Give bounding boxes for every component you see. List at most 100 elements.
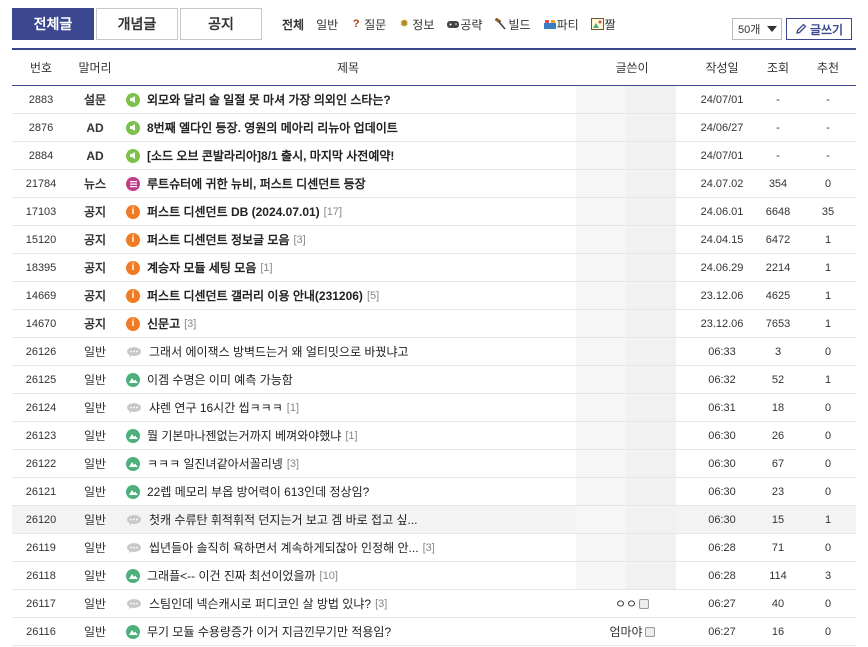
post-title-cell[interactable]: i 퍼스트 디센던트 정보글 모음 [3] xyxy=(120,231,576,248)
table-row[interactable]: 18395 공지 i 계승자 모듈 세팅 모음 [1] 24.06.29 2214 1 xyxy=(12,254,856,282)
category-info[interactable]: ✹ 정보 xyxy=(398,16,435,33)
table-row[interactable]: 26125 일반 이겜 수명은 이미 예측 가능함 06:32 52 1 xyxy=(12,366,856,394)
post-title-cell[interactable]: i 신문고 [3] xyxy=(120,315,576,332)
post-title[interactable]: [소드 오브 콘발라리아]8/1 출시, 마지막 사전예약! xyxy=(147,147,394,164)
tab-all[interactable]: 전체글 xyxy=(12,8,94,40)
post-title-cell[interactable]: 스팀인데 넥슨캐시로 퍼디코인 살 방법 있냐? [3] xyxy=(120,595,576,612)
post-title-cell[interactable]: 22렙 메모리 부옵 방어력이 613인데 정상임? xyxy=(120,483,576,500)
post-number: 26121 xyxy=(25,485,57,498)
post-title-cell[interactable]: i 계승자 모듈 세팅 모음 [1] xyxy=(120,259,576,276)
post-number: 2883 xyxy=(28,93,54,106)
comment-count[interactable]: [10] xyxy=(320,570,338,582)
post-recommend: 0 xyxy=(824,625,832,638)
table-row[interactable]: 2876 AD 8번째 엘다인 등장. 영원의 메아리 리뉴아 업데이트 24/06/… xyxy=(12,114,856,142)
post-recommend: 1 xyxy=(824,373,832,386)
post-title-cell[interactable]: 그래플<-- 이건 진짜 최선이었을까 [10] xyxy=(120,567,576,584)
comment-count[interactable]: [1] xyxy=(287,402,299,414)
table-row[interactable]: 2883 설문 외모와 달리 술 일절 못 마셔 가장 의외인 스타는? 24/07/… xyxy=(12,86,856,114)
table-row[interactable]: 26117 일반 스팀인데 넥슨캐시로 퍼디코인 살 방법 있냐? [3] ㅇㅇ 06:2… xyxy=(12,590,856,618)
post-title[interactable]: 샤렌 연구 16시간 씹ㅋㅋㅋ xyxy=(149,399,283,416)
post-title[interactable]: ㅋㅋㅋ 일진녀같아서꼴리넹 xyxy=(147,455,283,472)
post-title-cell[interactable]: 씹년들아 솔직히 욕하면서 계속하게되잖아 인정해 안... [3] xyxy=(120,539,576,556)
table-row[interactable]: 26123 일반 뭘 기본마나젠없는거까지 베껴와야했냐 [1] 06:30 26 0 xyxy=(12,422,856,450)
post-title-cell[interactable]: ㅋㅋㅋ 일진녀같아서꼴리넹 [3] xyxy=(120,455,576,472)
post-title[interactable]: 22렙 메모리 부옵 방어력이 613인데 정상임? xyxy=(147,483,369,500)
table-row[interactable]: 26118 일반 그래플<-- 이건 진짜 최선이었을까 [10] 06:28 114 3 xyxy=(12,562,856,590)
col-writer-header: 글쓴이 xyxy=(576,50,688,85)
category-picture[interactable]: 짤 xyxy=(590,16,616,33)
post-views: 4625 xyxy=(765,289,791,302)
post-title[interactable]: 그래플<-- 이건 진짜 최선이었을까 xyxy=(147,567,316,584)
post-title[interactable]: 외모와 달리 술 일절 못 마셔 가장 의외인 스타는? xyxy=(147,91,391,108)
post-writer xyxy=(576,114,688,141)
post-title-cell[interactable]: 8번째 엘다인 등장. 영원의 메아리 리뉴아 업데이트 xyxy=(120,119,576,136)
post-title[interactable]: 이겜 수명은 이미 예측 가능함 xyxy=(147,371,293,388)
post-title-cell[interactable]: 그래서 에이잭스 방벽드는거 왜 얼티밋으로 바꿨냐고 xyxy=(120,343,576,360)
post-title-cell[interactable]: i 퍼스트 디센던트 갤러리 이용 안내(231206) [5] xyxy=(120,287,576,304)
post-title-cell[interactable]: 외모와 달리 술 일절 못 마셔 가장 의외인 스타는? xyxy=(120,91,576,108)
table-row[interactable]: 26120 일반 첫캐 수류탄 휘적휘적 던지는거 보고 겜 바로 접고 싶... 0… xyxy=(12,506,856,534)
post-title[interactable]: 첫캐 수류탄 휘적휘적 던지는거 보고 겜 바로 접고 싶... xyxy=(149,511,418,528)
perpage-select[interactable]: 50개 xyxy=(732,18,782,40)
comment-count[interactable]: [3] xyxy=(293,234,305,246)
post-title-cell[interactable]: 루트슈터에 귀한 뉴비, 퍼스트 디센던트 등장 xyxy=(120,175,576,192)
post-title-cell[interactable]: 무기 모듈 수용량증가 이거 지금낀무기만 적용임? xyxy=(120,623,576,640)
post-title[interactable]: 루트슈터에 귀한 뉴비, 퍼스트 디센던트 등장 xyxy=(147,175,366,192)
post-title-cell[interactable]: 뭘 기본마나젠없는거까지 베껴와야했냐 [1] xyxy=(120,427,576,444)
post-title-cell[interactable]: 첫캐 수류탄 휘적휘적 던지는거 보고 겜 바로 접고 싶... xyxy=(120,511,576,528)
post-date: 06:27 xyxy=(708,625,736,638)
post-title[interactable]: 8번째 엘다인 등장. 영원의 메아리 리뉴아 업데이트 xyxy=(147,119,398,136)
table-row[interactable]: 26121 일반 22렙 메모리 부옵 방어력이 613인데 정상임? 06:30 23… xyxy=(12,478,856,506)
category-general[interactable]: 일반 xyxy=(316,16,338,33)
post-title[interactable]: 뭘 기본마나젠없는거까지 베껴와야했냐 xyxy=(147,427,341,444)
table-row[interactable]: 26119 일반 씹년들아 솔직히 욕하면서 계속하게되잖아 인정해 안... [3]… xyxy=(12,534,856,562)
post-title[interactable]: 신문고 xyxy=(147,315,180,332)
post-title[interactable]: 스팀인데 넥슨캐시로 퍼디코인 살 방법 있냐? xyxy=(149,595,371,612)
table-row[interactable]: 2884 AD [소드 오브 콘발라리아]8/1 출시, 마지막 사전예약! 24/0… xyxy=(12,142,856,170)
category-question[interactable]: ? 질문 xyxy=(350,16,386,33)
post-number: 26124 xyxy=(25,401,57,414)
post-title-cell[interactable]: 이겜 수명은 이미 예측 가능함 xyxy=(120,371,576,388)
table-row[interactable]: 15120 공지 i 퍼스트 디센던트 정보글 모음 [3] 24.04.15 6472 1 xyxy=(12,226,856,254)
tab-concept[interactable]: 개념글 xyxy=(96,8,178,40)
category-all[interactable]: 전체 xyxy=(282,16,304,33)
post-head: 공지 xyxy=(83,261,107,275)
comment-count[interactable]: [3] xyxy=(375,598,387,610)
table-row[interactable]: 14669 공지 i 퍼스트 디센던트 갤러리 이용 안내(231206) [5] 23.… xyxy=(12,282,856,310)
comment-count[interactable]: [3] xyxy=(423,542,435,554)
post-title[interactable]: 퍼스트 디센던트 정보글 모음 xyxy=(147,231,289,248)
comment-count[interactable]: [3] xyxy=(287,458,299,470)
post-number: 26119 xyxy=(26,541,56,554)
post-views: - xyxy=(776,121,780,134)
tab-notice[interactable]: 공지 xyxy=(180,8,262,40)
table-row[interactable]: 26124 일반 샤렌 연구 16시간 씹ㅋㅋㅋ [1] 06:31 18 0 xyxy=(12,394,856,422)
post-title-cell[interactable]: i 퍼스트 디센던트 DB (2024.07.01) [17] xyxy=(120,203,576,220)
writer-name[interactable]: 엄마야 xyxy=(609,623,655,640)
writer-name[interactable]: ㅇㅇ xyxy=(615,595,650,612)
post-writer xyxy=(576,394,688,421)
comment-count[interactable]: [1] xyxy=(260,262,272,274)
table-row[interactable]: 14670 공지 i 신문고 [3] 23.12.06 7653 1 xyxy=(12,310,856,338)
post-title[interactable]: 씹년들아 솔직히 욕하면서 계속하게되잖아 인정해 안... xyxy=(149,539,419,556)
table-row[interactable]: 26126 일반 그래서 에이잭스 방벽드는거 왜 얼티밋으로 바꿨냐고 06:33 3… xyxy=(12,338,856,366)
category-build[interactable]: 빌드 xyxy=(494,16,531,33)
write-button[interactable]: 글쓰기 xyxy=(786,18,852,40)
post-title[interactable]: 퍼스트 디센던트 DB (2024.07.01) xyxy=(147,203,320,220)
comment-count[interactable]: [3] xyxy=(184,318,196,330)
category-strategy[interactable]: 공략 xyxy=(446,16,482,33)
category-party[interactable]: 파티 xyxy=(543,16,579,33)
post-writer xyxy=(576,86,688,113)
table-row[interactable]: 26116 일반 무기 모듈 수용량증가 이거 지금낀무기만 적용임? 엄마야 06:2… xyxy=(12,618,856,646)
table-row[interactable]: 17103 공지 i 퍼스트 디센던트 DB (2024.07.01) [17] 24.0… xyxy=(12,198,856,226)
table-row[interactable]: 21784 뉴스 루트슈터에 귀한 뉴비, 퍼스트 디센던트 등장 24.07.02 3… xyxy=(12,170,856,198)
post-title[interactable]: 그래서 에이잭스 방벽드는거 왜 얼티밋으로 바꿨냐고 xyxy=(149,343,409,360)
comment-count[interactable]: [5] xyxy=(367,290,379,302)
post-title-cell[interactable]: [소드 오브 콘발라리아]8/1 출시, 마지막 사전예약! xyxy=(120,147,576,164)
post-title-cell[interactable]: 샤렌 연구 16시간 씹ㅋㅋㅋ [1] xyxy=(120,399,576,416)
post-title[interactable]: 퍼스트 디센던트 갤러리 이용 안내(231206) xyxy=(147,287,363,304)
comment-count[interactable]: [1] xyxy=(345,430,357,442)
post-title[interactable]: 무기 모듈 수용량증가 이거 지금낀무기만 적용임? xyxy=(147,623,391,640)
post-title[interactable]: 계승자 모듈 세팅 모음 xyxy=(147,259,256,276)
table-row[interactable]: 26122 일반 ㅋㅋㅋ 일진녀같아서꼴리넹 [3] 06:30 67 0 xyxy=(12,450,856,478)
comment-count[interactable]: [17] xyxy=(324,206,342,218)
